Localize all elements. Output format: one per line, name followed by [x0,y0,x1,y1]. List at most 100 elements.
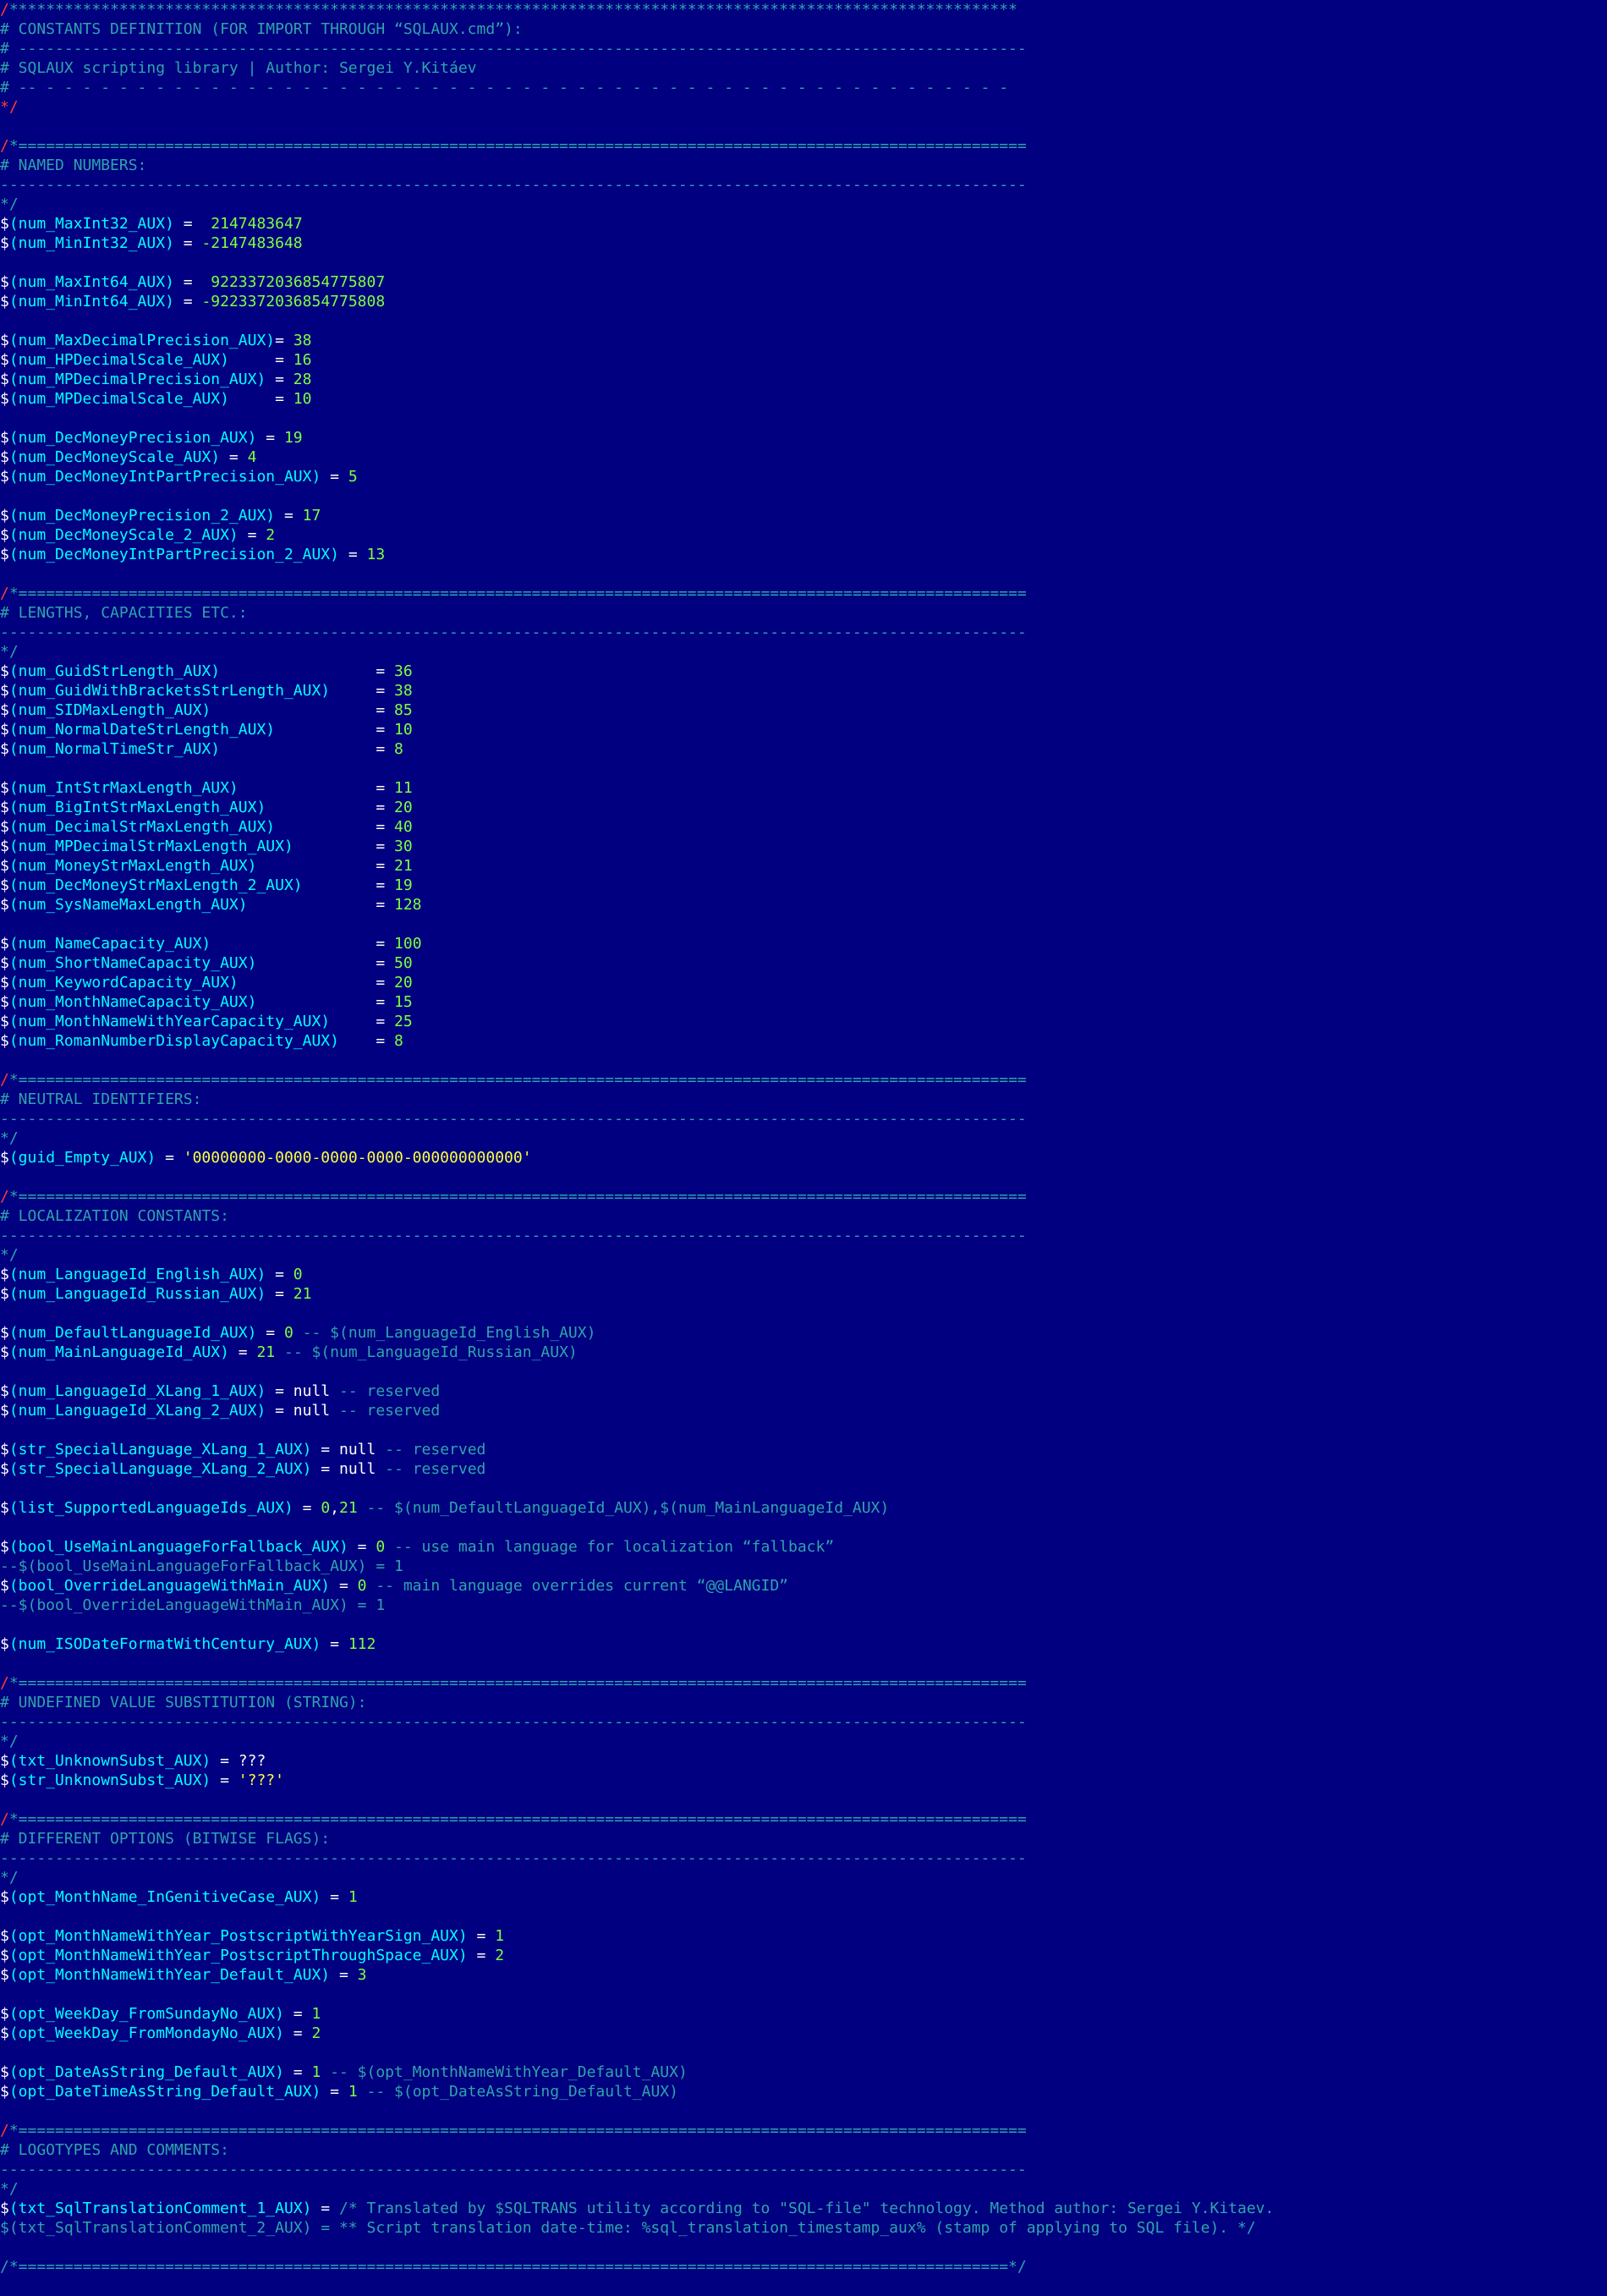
number-token: 2 [311,2024,321,2042]
code-line: $(num_SIDMaxLength_AUX) = 85 [0,700,1607,720]
code-line: ​ [0,564,1607,584]
comment-marker-token: / [0,585,9,602]
code-line: /*======================================… [0,1070,1607,1090]
number-token: 20 [394,799,413,816]
code-line: ​ [0,253,1607,272]
variable-token: (num_ShortNameCapacity_AUX) [8,954,257,972]
operator-token: = [283,2063,312,2081]
dollar-sign-token: $ [0,1927,9,1945]
code-line: $(opt_WeekDay_FromMondayNo_AUX) = 2 [0,2024,1607,2043]
code-line: /*======================================… [0,1187,1607,1206]
code-line: # DIFFERENT OPTIONS (BITWISE FLAGS): [0,1829,1607,1848]
code-line: $(list_SupportedLanguageIds_AUX) = 0,21 … [0,1498,1607,1518]
operator-token: = [247,896,394,914]
comment-token: # LENGTHS, CAPACITIES ETC.: [0,604,248,622]
comment-token: # NEUTRAL IDENTIFIERS: [0,1090,202,1108]
operator-token: = [330,1966,358,1984]
operator-token: = [330,1013,394,1030]
variable-token: (opt_MonthName_InGenitiveCase_AUX) [8,1888,321,1906]
code-line: $(num_LanguageId_English_AUX) = 0 [0,1265,1607,1284]
code-editor[interactable]: / ***************************************… [0,0,1607,2296]
dollar-sign-token: $ [0,507,9,525]
dollar-sign-token: $ [0,390,9,408]
code-line: $(num_NormalDateStrLength_AUX) = 10 [0,720,1607,739]
code-line: $(num_HPDecimalScale_AUX) = 16 [0,350,1607,370]
operator-token: = [330,682,394,700]
variable-token: (num_MaxInt32_AUX) [8,215,174,233]
comment-token: # NAMED NUMBERS: [0,157,147,174]
dollar-sign-token: $ [0,1538,9,1556]
code-line: $(opt_MonthNameWithYear_PostscriptWithYe… [0,1926,1607,1946]
code-line: # UNDEFINED VALUE SUBSTITUTION (STRING): [0,1693,1607,1712]
variable-token: (num_SysNameMaxLength_AUX) [8,896,248,914]
operator-token: = [283,2005,312,2023]
variable-token: (num_IntStrMaxLength_AUX) [8,779,239,797]
comment-marker-token: / [0,1071,9,1089]
dollar-sign-token: $ [0,740,9,758]
variable-token: (num_RomanNumberDisplayCapacity_AUX) [8,1032,339,1050]
dollar-sign-token: $ [0,1402,9,1420]
code-line: # SQLAUX scripting library | Author: Ser… [0,58,1607,78]
operator-token: = [275,818,395,836]
operator-token: = [173,234,202,252]
comment-marker-token: / [0,2122,9,2139]
code-line: */ [0,1732,1607,1751]
number-token: 19 [283,429,303,447]
number-token: 28 [293,371,312,388]
code-line: ​ [0,1051,1607,1070]
dollar-sign-token: $ [0,993,9,1011]
comment-token: # CONSTANTS DEFINITION (FOR IMPORT THROU… [0,20,523,38]
variable-token: (num_LanguageId_English_AUX) [8,1266,266,1283]
code-line: $(num_DecMoneyScale_AUX) = 4 [0,448,1607,467]
code-line: $(num_MaxInt32_AUX) = 2147483647 [0,214,1607,233]
code-line: ​ [0,1790,1607,1810]
dollar-sign-token: $ [0,1888,9,1906]
operator-token: = [311,2200,339,2217]
variable-token: (num_MaxDecimalPrecision_AUX) [8,332,276,349]
code-line: $(txt_UnknownSubst_AUX) = ??? [0,1751,1607,1771]
variable-token: (num_NormalDateStrLength_AUX) [8,721,276,739]
code-line: /***************************************… [0,0,1607,19]
comment-token: -- main language overrides current “@@LA… [366,1577,788,1595]
code-line: */ [0,1245,1607,1265]
number-token: 30 [394,838,413,855]
comment-token: $(txt_SqlTranslationComment_2_AUX) = ** … [0,2219,1256,2237]
comment-token: ----------------------------------------… [0,2161,1027,2178]
variable-token: (num_DecMoneyIntPartPrecision_2_AUX) [8,546,339,563]
variable-token: (num_ISODateFormatWithCentury_AUX) [8,1635,321,1653]
operator-token: = [220,448,248,466]
code-line: $(num_RomanNumberDisplayCapacity_AUX) = … [0,1031,1607,1051]
dollar-sign-token: $ [0,2063,9,2081]
number-token: 5 [348,468,358,486]
number-token: 38 [394,682,413,700]
code-line: # LOGOTYPES AND COMMENTS: [0,2140,1607,2160]
comment-token: # -- - - - - - - - - - - - - - - - - - -… [0,79,1009,96]
operator-token: = [321,1888,348,1906]
variable-token: (num_MinInt64_AUX) [8,293,174,310]
variable-token: (num_DecMoneyScale_AUX) [8,448,221,466]
operator-token: = [338,546,367,563]
number-token: 0 [283,1324,293,1342]
operator-token: = [348,1538,376,1556]
comment-token: ****************************************… [8,1,1017,19]
comment-token: *=======================================… [8,585,1027,602]
comment-token: */ [0,1869,19,1887]
operator-token: = [311,1441,339,1458]
comment-token: # DIFFERENT OPTIONS (BITWISE FLAGS): [0,1830,331,1848]
code-line: $(num_MPDecimalPrecision_AUX) = 28 [0,370,1607,389]
comment-token: */ [0,195,19,213]
operator-token: = [321,1635,348,1653]
code-line: $(opt_MonthName_InGenitiveCase_AUX) = 1 [0,1887,1607,1907]
number-token: -9223372036854775808 [201,293,386,310]
code-line: */ [0,1129,1607,1148]
dollar-sign-token: $ [0,1343,9,1361]
code-line: ​ [0,117,1607,136]
operator-token: = [266,1382,293,1400]
operator-token: = [321,2083,348,2101]
variable-token: (num_LanguageId_XLang_2_AUX) [8,1402,266,1420]
code-line: $(num_LanguageId_XLang_2_AUX) = null -- … [0,1401,1607,1420]
dollar-sign-token: $ [0,1441,9,1458]
comment-token: ----------------------------------------… [0,1110,1027,1128]
number-token: 10 [293,390,312,408]
operator-token: = [275,507,303,525]
